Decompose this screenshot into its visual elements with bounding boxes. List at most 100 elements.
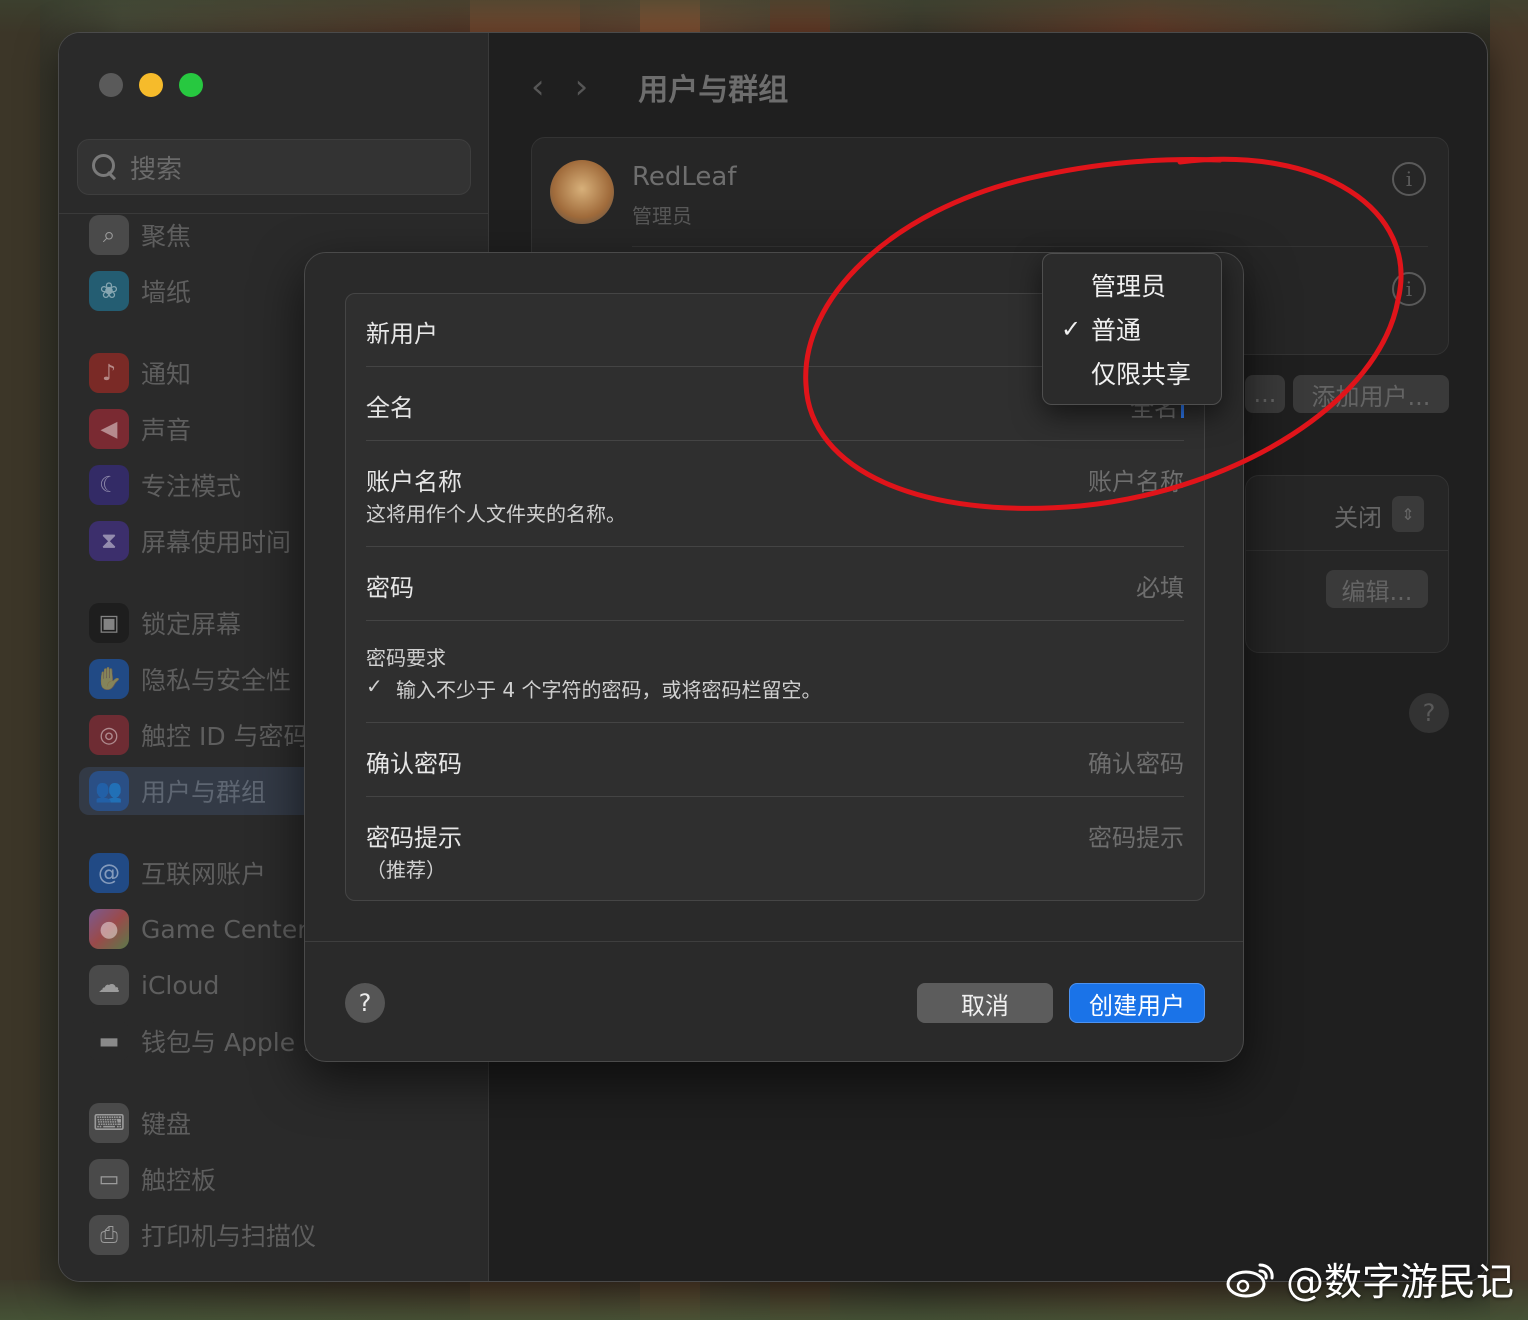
password-field[interactable]: 必填 bbox=[1136, 568, 1184, 603]
updown-chevron-icon[interactable]: ⇕ bbox=[1392, 496, 1424, 532]
moon-icon: ☾ bbox=[89, 465, 129, 505]
sidebar-item-label: iCloud bbox=[141, 970, 220, 1000]
forward-chevron-icon[interactable]: › bbox=[575, 67, 589, 107]
sidebar-item-printers[interactable]: ⎙ 打印机与扫描仪 bbox=[89, 1211, 316, 1259]
hourglass-icon: ⧗ bbox=[89, 521, 129, 561]
sidebar-item-label: 锁定屏幕 bbox=[141, 610, 242, 639]
divider bbox=[366, 620, 1184, 621]
account-name-label: 账户名称 bbox=[366, 468, 462, 496]
sidebar-item-label: 打印机与扫描仪 bbox=[141, 1222, 317, 1251]
fingerprint-icon: ◎ bbox=[89, 715, 129, 755]
password-hint-row[interactable]: 密码提示 （推荐） 密码提示 bbox=[366, 818, 1184, 884]
sidebar-item-label: 触控板 bbox=[141, 1166, 217, 1195]
sidebar-item-sound[interactable]: ◀ 声音 bbox=[89, 405, 191, 453]
create-user-button[interactable]: 创建用户 bbox=[1069, 983, 1205, 1023]
menu-item-administrator[interactable]: 管理员 bbox=[1043, 264, 1221, 306]
password-requirements-title: 密码要求 bbox=[366, 646, 446, 670]
sidebar-item-label: 用户与群组 bbox=[141, 778, 267, 807]
close-button[interactable] bbox=[99, 73, 123, 97]
password-row[interactable]: 密码 必填 bbox=[366, 568, 1184, 602]
hand-icon: ✋ bbox=[89, 659, 129, 699]
cancel-button[interactable]: 取消 bbox=[917, 983, 1053, 1023]
menu-item-sharing-only[interactable]: 仅限共享 bbox=[1043, 352, 1221, 394]
background-tree bbox=[0, 0, 40, 1320]
sidebar-item-label: 墙纸 bbox=[141, 278, 192, 307]
watermark: @数字游民记 bbox=[1226, 1251, 1514, 1306]
sidebar-item-icloud[interactable]: ☁ iCloud bbox=[89, 961, 219, 1009]
at-icon: @ bbox=[89, 853, 129, 893]
toolbar: ‹ › 用户与群组 bbox=[531, 65, 788, 109]
sidebar-item-screen-time[interactable]: ⧗ 屏幕使用时间 bbox=[89, 517, 291, 565]
auto-login-value: 关闭 bbox=[1334, 504, 1382, 532]
divider bbox=[1246, 550, 1448, 551]
keyboard-icon: ⌨ bbox=[89, 1103, 129, 1143]
search-field[interactable]: 搜索 bbox=[77, 139, 471, 195]
back-chevron-icon[interactable]: ‹ bbox=[531, 67, 545, 107]
user-name: RedLeaf bbox=[632, 162, 737, 192]
help-button[interactable]: ? bbox=[1409, 693, 1449, 733]
search-placeholder: 搜索 bbox=[130, 154, 183, 185]
page-title: 用户与群组 bbox=[638, 73, 789, 108]
users-icon: 👥 bbox=[89, 771, 129, 811]
user-role: 管理员 bbox=[632, 204, 692, 228]
password-hint-field[interactable]: 密码提示 bbox=[1088, 818, 1184, 853]
menu-item-standard[interactable]: ✓ 普通 bbox=[1043, 308, 1221, 350]
confirm-password-field[interactable]: 确认密码 bbox=[1088, 744, 1184, 779]
account-name-field[interactable]: 账户名称 bbox=[1088, 462, 1184, 497]
lock-icon: ▣ bbox=[89, 603, 129, 643]
sidebar-item-label: 钱包与 Apple P bbox=[141, 1028, 319, 1057]
zoom-button[interactable] bbox=[179, 73, 203, 97]
sidebar-item-spotlight[interactable]: ⌕ 聚焦 bbox=[89, 211, 191, 259]
sidebar-item-label: 声音 bbox=[141, 416, 192, 445]
sidebar-item-lock-screen[interactable]: ▣ 锁定屏幕 bbox=[89, 599, 241, 647]
cloud-icon: ☁ bbox=[89, 965, 129, 1005]
watermark-text: @数字游民记 bbox=[1285, 1260, 1514, 1304]
partial-button[interactable]: ... bbox=[1245, 375, 1285, 413]
account-type-menu: 管理员 ✓ 普通 仅限共享 bbox=[1042, 253, 1222, 405]
info-icon[interactable]: i bbox=[1392, 272, 1426, 306]
weibo-icon bbox=[1226, 1263, 1274, 1297]
settings-card: 关闭 ⇕ 编辑... bbox=[1245, 475, 1449, 653]
avatar[interactable] bbox=[550, 160, 614, 224]
sidebar-item-game-center[interactable]: ● Game Center bbox=[89, 905, 308, 953]
help-button[interactable]: ? bbox=[345, 983, 385, 1023]
printer-icon: ⎙ bbox=[89, 1215, 129, 1255]
sidebar-item-keyboard[interactable]: ⌨ 键盘 bbox=[89, 1099, 191, 1147]
confirm-password-label: 确认密码 bbox=[366, 750, 462, 778]
add-user-button[interactable]: 添加用户... bbox=[1293, 375, 1449, 413]
sidebar-item-label: 屏幕使用时间 bbox=[141, 528, 292, 557]
sidebar-item-wallpaper[interactable]: ❀ 墙纸 bbox=[89, 267, 191, 315]
info-icon[interactable]: i bbox=[1392, 162, 1426, 196]
sidebar-item-wallet[interactable]: ▬ 钱包与 Apple P bbox=[89, 1017, 318, 1065]
flower-icon: ❀ bbox=[89, 271, 129, 311]
menu-item-label: 仅限共享 bbox=[1091, 360, 1192, 389]
sidebar-item-label: 键盘 bbox=[141, 1110, 192, 1139]
game-center-icon: ● bbox=[89, 909, 129, 949]
account-name-row[interactable]: 账户名称 这将用作个人文件夹的名称。 账户名称 bbox=[366, 462, 1184, 528]
minimize-button[interactable] bbox=[139, 73, 163, 97]
sidebar-item-users-groups[interactable]: 👥 用户与群组 bbox=[79, 767, 319, 815]
magnifier-icon: ⌕ bbox=[89, 215, 129, 255]
sidebar-item-focus[interactable]: ☾ 专注模式 bbox=[89, 461, 241, 509]
background-foliage bbox=[0, 0, 1528, 34]
password-requirements: 密码要求 ✓ 输入不少于 4 个字符的密码，或将密码栏留空。 bbox=[366, 642, 1184, 704]
sidebar-item-label: 通知 bbox=[141, 360, 192, 389]
divider bbox=[366, 722, 1184, 723]
menu-item-label: 普通 bbox=[1091, 316, 1142, 345]
menu-item-label: 管理员 bbox=[1091, 272, 1167, 301]
sidebar-item-label: 隐私与安全性 bbox=[141, 666, 292, 695]
sidebar-item-trackpad[interactable]: ▭ 触控板 bbox=[89, 1155, 216, 1203]
password-hint-sublabel: （推荐） bbox=[366, 858, 446, 882]
sidebar-item-internet-accounts[interactable]: @ 互联网账户 bbox=[89, 849, 266, 897]
edit-button[interactable]: 编辑... bbox=[1326, 570, 1428, 608]
traffic-lights bbox=[99, 73, 203, 97]
sidebar-item-label: Game Center bbox=[141, 914, 308, 944]
sidebar-item-notifications[interactable]: ♪ 通知 bbox=[89, 349, 191, 397]
checkmark-icon: ✓ bbox=[366, 674, 383, 698]
confirm-password-row[interactable]: 确认密码 确认密码 bbox=[366, 744, 1184, 778]
sidebar-item-privacy[interactable]: ✋ 隐私与安全性 bbox=[89, 655, 291, 703]
sidebar-item-label: 触控 ID 与密码 bbox=[141, 722, 309, 751]
sidebar-item-touch-id[interactable]: ◎ 触控 ID 与密码 bbox=[89, 711, 309, 759]
account-name-hint: 这将用作个人文件夹的名称。 bbox=[366, 502, 626, 526]
divider bbox=[366, 546, 1184, 547]
